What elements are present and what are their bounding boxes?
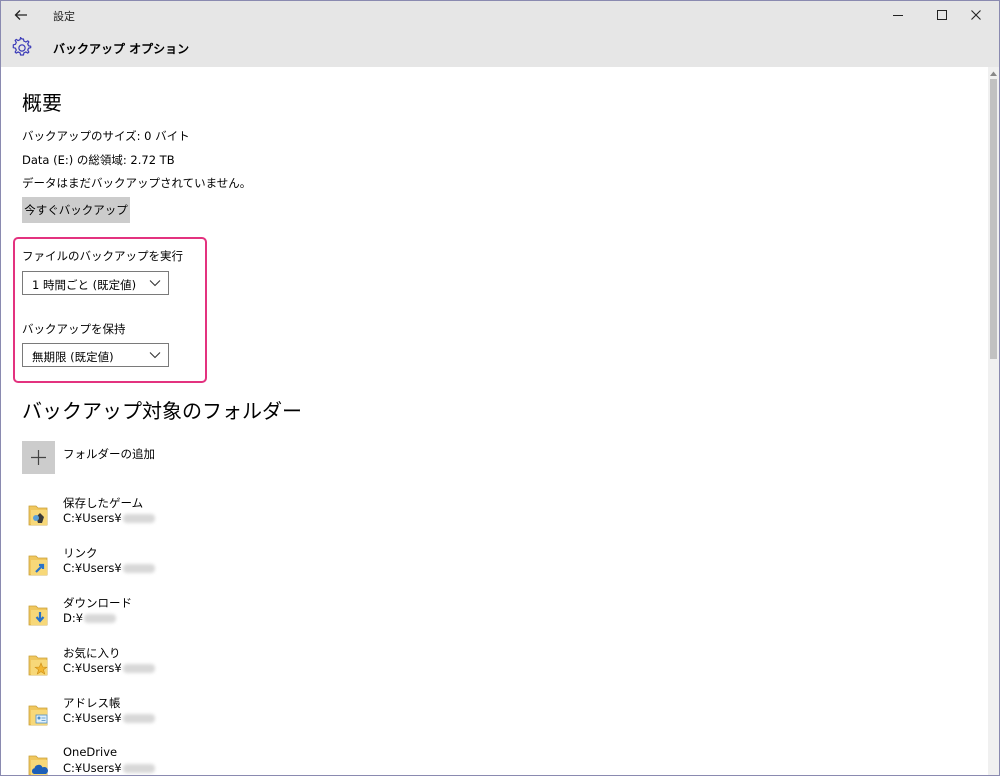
frequency-select[interactable]: 1 時間ごと (既定値): [22, 271, 169, 295]
folder-item-downloads[interactable]: ダウンロード D:¥: [21, 595, 421, 635]
onedrive-folder-icon: [28, 755, 48, 775]
folder-path: C:¥Users¥: [63, 761, 155, 775]
title-bar: 設定: [1, 1, 999, 29]
overview-heading: 概要: [22, 91, 62, 115]
back-arrow-icon: [14, 10, 27, 20]
folder-path: C:¥Users¥: [63, 661, 155, 675]
close-icon: [971, 10, 981, 20]
content-area: 概要 バックアップのサイズ: 0 バイト Data (E:) の総領域: 2.7…: [1, 67, 987, 775]
backup-now-button[interactable]: 今すぐバックアップ: [22, 197, 130, 223]
folder-path: C:¥Users¥: [63, 711, 155, 725]
folder-name: リンク: [63, 546, 98, 560]
scroll-up-arrow-icon: [990, 71, 997, 76]
folder-name: 保存したゲーム: [63, 496, 144, 510]
downloads-folder-icon: [28, 605, 48, 626]
folder-name: アドレス帳: [63, 696, 121, 710]
back-button[interactable]: [5, 1, 37, 29]
minimize-icon: [893, 15, 903, 16]
folder-path: C:¥Users¥: [63, 511, 155, 525]
page-header: バックアップ オプション: [1, 29, 999, 67]
plus-icon: [31, 450, 46, 465]
backup-size-text: バックアップのサイズ: 0 バイト: [22, 129, 190, 143]
links-folder-icon: [28, 555, 48, 576]
folder-name: OneDrive: [63, 745, 118, 759]
gear-icon: [12, 37, 32, 56]
saved-games-folder-icon: [28, 505, 48, 526]
frequency-value: 1 時間ごと (既定値): [32, 278, 137, 292]
retention-value: 無期限 (既定値): [32, 350, 114, 364]
frequency-label: ファイルのバックアップを実行: [22, 249, 183, 263]
folder-item-favorites[interactable]: お気に入り C:¥Users¥: [21, 645, 421, 685]
folder-item-links[interactable]: リンク C:¥Users¥: [21, 545, 421, 585]
folder-name: ダウンロード: [63, 596, 132, 610]
close-button[interactable]: [953, 1, 999, 29]
folder-path: C:¥Users¥: [63, 561, 155, 575]
scroll-thumb[interactable]: [990, 79, 997, 359]
retention-label: バックアップを保持: [22, 322, 126, 336]
app-title: 設定: [53, 10, 75, 23]
folder-path: D:¥: [63, 611, 117, 625]
folder-item-saved-games[interactable]: 保存したゲーム C:¥Users¥: [21, 495, 421, 535]
folder-name: お気に入り: [63, 646, 121, 660]
folder-item-contacts[interactable]: アドレス帳 C:¥Users¥: [21, 695, 421, 735]
folders-heading: バックアップ対象のフォルダー: [22, 399, 302, 423]
settings-window: 設定 バックアップ オプション 概要 バックアップのサイズ: 0 バイト Dat…: [0, 0, 1000, 776]
chevron-down-icon: [149, 352, 161, 359]
total-space-text: Data (E:) の総領域: 2.72 TB: [22, 153, 175, 167]
add-folder-label[interactable]: フォルダーの追加: [63, 446, 155, 462]
chevron-down-icon: [149, 280, 161, 287]
maximize-icon: [937, 10, 947, 20]
scroll-up-button[interactable]: [988, 67, 999, 79]
minimize-button[interactable]: [875, 1, 921, 29]
contacts-folder-icon: [28, 705, 48, 726]
add-folder-button[interactable]: [22, 441, 55, 474]
favorites-folder-icon: [28, 655, 48, 676]
retention-select[interactable]: 無期限 (既定値): [22, 343, 169, 367]
page-title: バックアップ オプション: [53, 42, 190, 56]
vertical-scrollbar[interactable]: [988, 67, 999, 775]
folder-item-onedrive[interactable]: OneDrive C:¥Users¥: [21, 745, 421, 775]
backup-status-text: データはまだバックアップされていません。: [22, 176, 252, 190]
